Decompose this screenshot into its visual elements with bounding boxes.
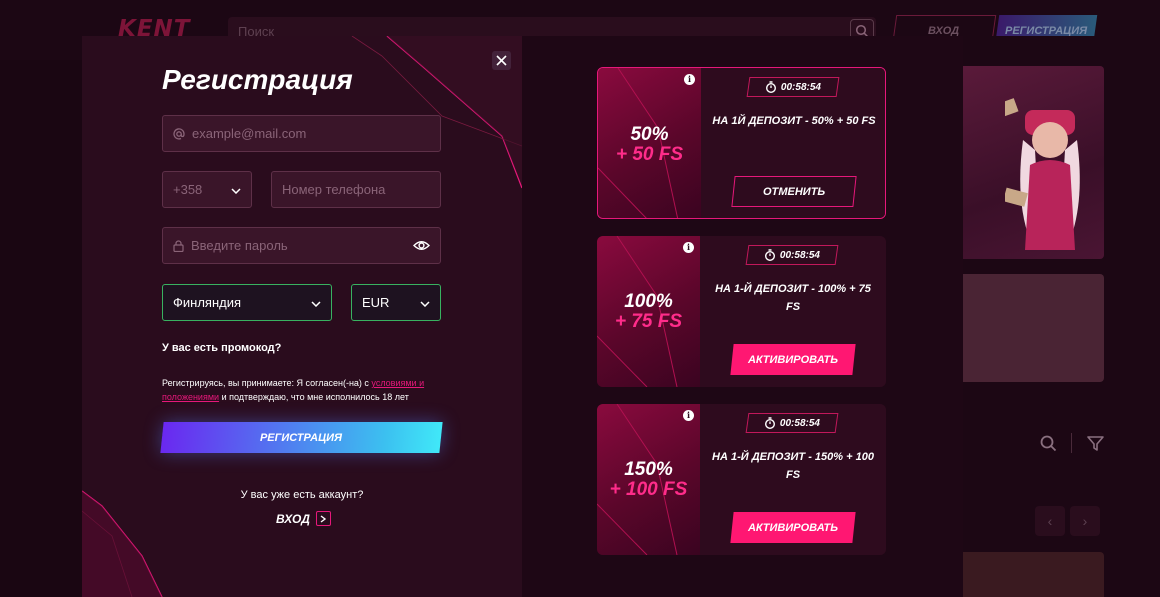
- bonus-card-details: 00:58:54 НА 1Й ДЕПОЗИТ - 50% + 50 FS ОТМ…: [701, 68, 885, 218]
- registration-modal: Регистрация +358 Финляндия: [82, 36, 963, 597]
- register-button[interactable]: РЕГИСТРАЦИЯ: [160, 422, 443, 453]
- login-link[interactable]: ВХОД: [276, 511, 331, 526]
- phone-code-value: +358: [173, 182, 203, 197]
- phone-code-select[interactable]: +358: [162, 171, 252, 208]
- bonus-free-spins: + 75 FS: [614, 311, 683, 332]
- stopwatch-icon: [764, 417, 775, 429]
- bonus-timer: 00:58:54: [746, 77, 840, 97]
- info-icon[interactable]: i: [683, 242, 694, 253]
- bonus-timer-value: 00:58:54: [779, 417, 821, 429]
- currency-value: EUR: [362, 295, 390, 310]
- activate-bonus-label: АКТИВИРОВАТЬ: [747, 353, 839, 366]
- bonus-timer-value: 00:58:54: [780, 81, 822, 93]
- close-button[interactable]: [492, 51, 511, 70]
- email-field[interactable]: [162, 115, 441, 152]
- password-input[interactable]: [191, 238, 413, 253]
- bonus-offers-panel: 50% + 50 FS i 00:58:54 НА 1Й ДЕПОЗИТ - 5…: [522, 36, 963, 597]
- divider: [1071, 433, 1072, 453]
- terms-text: Регистрируясь, вы принимаете: Я согласен…: [162, 376, 462, 404]
- password-field[interactable]: [162, 227, 441, 264]
- phone-field[interactable]: [271, 171, 441, 208]
- terms-prefix: Регистрируясь, вы принимаете: Я согласен…: [162, 378, 372, 388]
- bonus-percent: 150%: [624, 459, 673, 480]
- bonus-card-visual: 100% + 75 FS i: [597, 236, 700, 387]
- bonus-percent: 50%: [630, 124, 669, 145]
- bonus-card-details: 00:58:54 НА 1-Й ДЕПОЗИТ - 150% + 100 FS …: [700, 404, 886, 555]
- register-button-label: РЕГИСТРАЦИЯ: [260, 431, 343, 444]
- page-title: Регистрация: [162, 64, 353, 95]
- site-promo-card: [963, 66, 1104, 259]
- activate-bonus-label: АКТИВИРОВАТЬ: [747, 521, 839, 534]
- site-game-card: [963, 552, 1104, 597]
- bonus-card-visual: 50% + 50 FS i: [598, 68, 701, 218]
- stopwatch-icon: [765, 81, 776, 93]
- site-banner-card: [963, 274, 1104, 382]
- chevron-down-icon: [420, 294, 430, 312]
- bonus-card-details: 00:58:54 НА 1-Й ДЕПОЗИТ - 100% + 75 FS А…: [700, 236, 886, 387]
- activate-bonus-button[interactable]: АКТИВИРОВАТЬ: [730, 512, 856, 543]
- bonus-title: НА 1-Й ДЕПОЗИТ - 100% + 75 FS: [715, 283, 871, 313]
- stopwatch-icon: [764, 249, 775, 261]
- bonus-percent: 100%: [624, 291, 673, 312]
- bonus-timer: 00:58:54: [745, 245, 839, 265]
- info-icon[interactable]: i: [683, 410, 694, 421]
- bonus-timer-value: 00:58:54: [779, 249, 821, 261]
- chevron-right-icon: [315, 511, 331, 526]
- bonus-card-visual: 150% + 100 FS i: [597, 404, 700, 555]
- activate-bonus-button[interactable]: АКТИВИРОВАТЬ: [730, 344, 856, 375]
- promo-character-art: [1005, 98, 1080, 250]
- bonus-card[interactable]: 150% + 100 FS i 00:58:54 НА 1-Й ДЕПОЗИТ …: [597, 404, 886, 555]
- bonus-title: НА 1-Й ДЕПОЗИТ - 150% + 100 FS: [712, 451, 874, 481]
- terms-suffix: и подтверждаю, что мне исполнилось 18 ле…: [219, 392, 409, 402]
- country-select[interactable]: Финляндия: [162, 284, 332, 321]
- search-icon: [1040, 435, 1057, 457]
- chevron-right-icon: ›: [1070, 506, 1100, 536]
- bonus-timer: 00:58:54: [745, 413, 839, 433]
- filter-icon: [1087, 435, 1104, 457]
- currency-select[interactable]: EUR: [351, 284, 441, 321]
- bonus-title: НА 1Й ДЕПОЗИТ - 50% + 50 FS: [712, 115, 876, 127]
- country-value: Финляндия: [173, 295, 242, 310]
- chevron-down-icon: [231, 181, 241, 199]
- email-input[interactable]: [192, 126, 430, 141]
- phone-input[interactable]: [282, 182, 430, 197]
- info-icon[interactable]: i: [684, 74, 695, 85]
- registration-form-panel: Регистрация +358 Финляндия: [82, 36, 522, 597]
- at-icon: [173, 127, 185, 140]
- lock-icon: [173, 239, 184, 252]
- cancel-bonus-button[interactable]: ОТМЕНИТЬ: [731, 176, 857, 207]
- cancel-bonus-label: ОТМЕНИТЬ: [762, 185, 826, 198]
- eye-icon[interactable]: [413, 240, 430, 251]
- bonus-free-spins: + 100 FS: [609, 479, 688, 500]
- chevron-left-icon: ‹: [1035, 506, 1065, 536]
- bonus-card[interactable]: 100% + 75 FS i 00:58:54 НА 1-Й ДЕПОЗИТ -…: [597, 236, 886, 387]
- close-icon: [496, 55, 507, 66]
- has-account-text: У вас уже есть аккаунт?: [240, 489, 364, 501]
- chevron-down-icon: [311, 294, 321, 312]
- bonus-card[interactable]: 50% + 50 FS i 00:58:54 НА 1Й ДЕПОЗИТ - 5…: [597, 67, 886, 219]
- bonus-free-spins: + 50 FS: [615, 144, 684, 165]
- promo-code-toggle[interactable]: У вас есть промокод?: [162, 342, 281, 354]
- login-link-label: ВХОД: [276, 511, 310, 526]
